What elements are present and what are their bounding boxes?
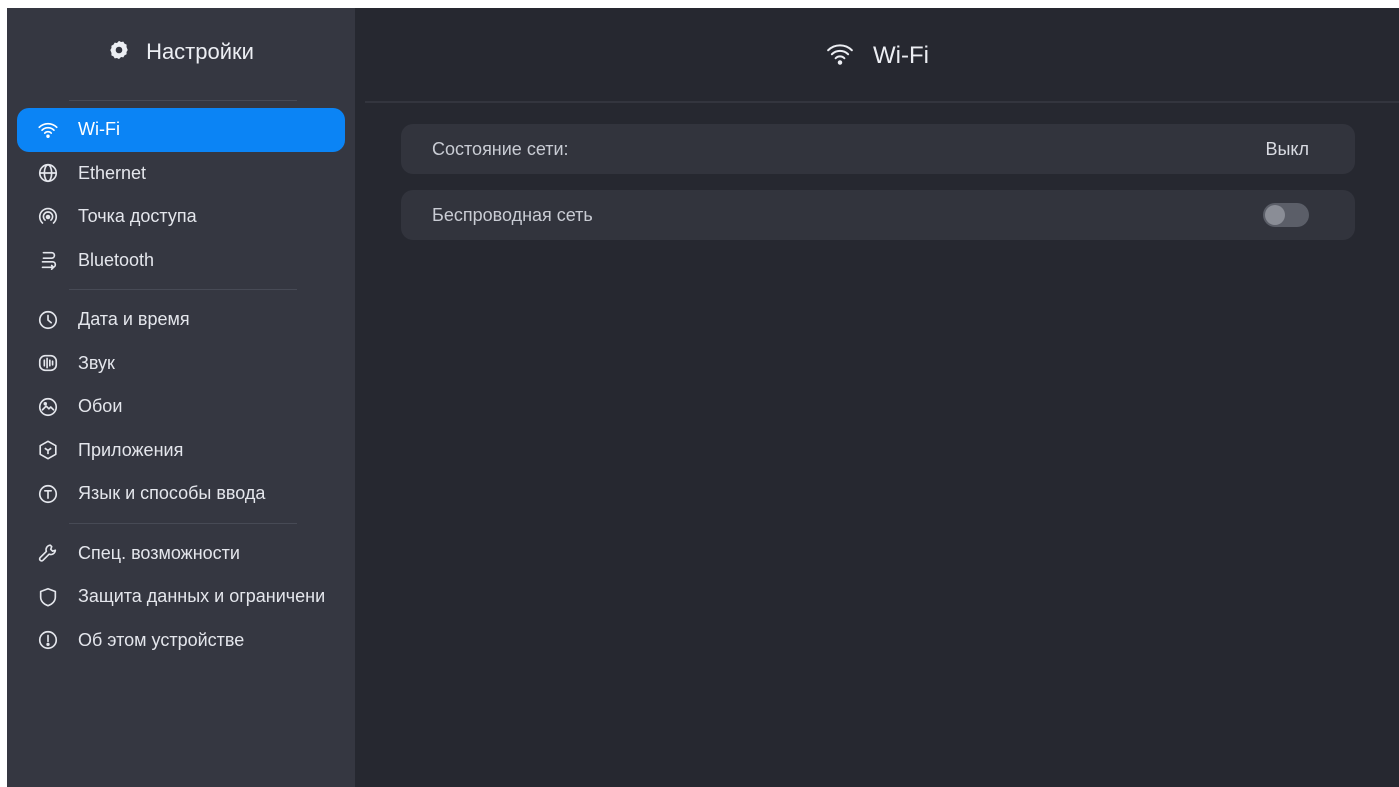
info-icon bbox=[37, 629, 59, 651]
sidebar-item-accessibility[interactable]: Спец. возможности bbox=[17, 532, 345, 576]
bluetooth-icon bbox=[37, 249, 59, 271]
wifi-icon bbox=[37, 119, 59, 141]
wrench-icon bbox=[37, 542, 59, 564]
wireless-network-label: Беспроводная сеть bbox=[432, 204, 593, 225]
settings-screen: Настройки Wi-Fi Ethernet Точка доступа B… bbox=[7, 8, 1399, 787]
sidebar-item-label: Ethernet bbox=[78, 162, 147, 183]
wireless-toggle[interactable] bbox=[1263, 203, 1309, 227]
shield-icon bbox=[37, 586, 59, 608]
sidebar-item-label: Обои bbox=[78, 396, 123, 417]
clock-icon bbox=[37, 309, 59, 331]
globe-icon bbox=[37, 162, 59, 184]
sidebar: Настройки Wi-Fi Ethernet Точка доступа B… bbox=[7, 8, 355, 787]
sidebar-item-ethernet[interactable]: Ethernet bbox=[17, 152, 345, 196]
sound-icon bbox=[37, 352, 59, 374]
sidebar-title: Настройки bbox=[146, 39, 254, 64]
group-divider bbox=[17, 282, 345, 298]
main-header: Wi-Fi bbox=[355, 8, 1399, 104]
sidebar-item-wallpaper[interactable]: Обои bbox=[17, 385, 345, 429]
sidebar-item-label: Звук bbox=[78, 352, 115, 373]
sidebar-item-label: Bluetooth bbox=[78, 249, 155, 270]
main-panel: Wi-Fi Состояние сети: Выкл Беспроводная … bbox=[355, 8, 1399, 787]
sidebar-item-label: Точка доступа bbox=[78, 206, 197, 227]
wifi-icon bbox=[825, 39, 855, 74]
sidebar-item-bluetooth[interactable]: Bluetooth bbox=[17, 239, 345, 283]
sidebar-item-privacy[interactable]: Защита данных и ограничени bbox=[17, 575, 345, 619]
wallpaper-icon bbox=[37, 396, 59, 418]
sidebar-menu: Wi-Fi Ethernet Точка доступа Bluetooth Д… bbox=[17, 108, 345, 662]
sidebar-item-label: Wi-Fi bbox=[78, 119, 120, 140]
group-divider bbox=[17, 516, 345, 532]
sidebar-item-language[interactable]: Язык и способы ввода bbox=[17, 472, 345, 516]
sidebar-item-label: Дата и время bbox=[78, 309, 190, 330]
sidebar-item-about[interactable]: Об этом устройстве bbox=[17, 619, 345, 663]
sidebar-item-label: Спец. возможности bbox=[78, 542, 240, 563]
sidebar-item-hotspot[interactable]: Точка доступа bbox=[17, 195, 345, 239]
sidebar-item-label: Об этом устройстве bbox=[78, 629, 245, 650]
header-divider bbox=[365, 101, 1399, 103]
language-icon bbox=[37, 483, 59, 505]
sidebar-item-label: Язык и способы ввода bbox=[78, 483, 266, 504]
sidebar-item-sound[interactable]: Звук bbox=[17, 342, 345, 386]
sidebar-item-label: Приложения bbox=[78, 439, 184, 460]
network-status-value: Выкл bbox=[1265, 138, 1309, 159]
apps-icon bbox=[37, 439, 59, 461]
gear-icon bbox=[108, 39, 130, 66]
sidebar-item-apps[interactable]: Приложения bbox=[17, 429, 345, 473]
page-title: Wi-Fi bbox=[873, 42, 929, 69]
toggle-knob bbox=[1265, 205, 1285, 225]
sidebar-divider bbox=[69, 100, 297, 101]
network-status-label: Состояние сети: bbox=[432, 138, 569, 159]
sidebar-item-wifi[interactable]: Wi-Fi bbox=[17, 108, 345, 152]
wireless-network-row[interactable]: Беспроводная сеть bbox=[401, 190, 1355, 240]
sidebar-item-datetime[interactable]: Дата и время bbox=[17, 298, 345, 342]
network-status-row: Состояние сети: Выкл bbox=[401, 124, 1355, 174]
hotspot-icon bbox=[37, 206, 59, 228]
sidebar-item-label: Защита данных и ограничени bbox=[78, 586, 326, 607]
sidebar-header: Настройки bbox=[7, 8, 355, 96]
